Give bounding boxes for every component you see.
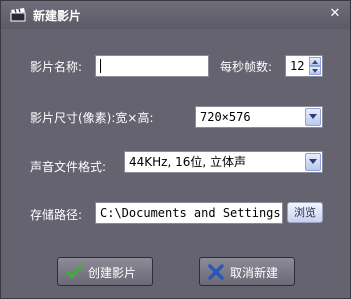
save-path-input[interactable]: C:\Documents and Settings — [95, 202, 283, 224]
chevron-down-icon — [312, 69, 318, 73]
chevron-down-icon — [309, 159, 317, 164]
close-icon: ✕ — [329, 6, 341, 21]
chevron-down-icon — [309, 114, 317, 119]
text-caret — [100, 59, 101, 73]
audio-format-label: 声音文件格式: — [30, 160, 107, 174]
fps-label: 每秒帧数: — [220, 60, 273, 74]
save-path-label: 存储路径: — [30, 208, 83, 222]
new-movie-dialog: 新建影片 ✕ 影片名称: 每秒帧数: 12 影片尺寸(像素):宽×高: 720×… — [0, 0, 351, 299]
chevron-up-icon — [312, 60, 318, 64]
movie-size-label: 影片尺寸(像素):宽×高: — [30, 111, 154, 125]
audio-format-select[interactable]: 44KHz, 16位, 立体声 — [124, 151, 323, 173]
fps-spin-buttons[interactable] — [309, 57, 321, 75]
spin-up-button[interactable] — [309, 57, 321, 66]
fps-stepper[interactable]: 12 — [285, 55, 323, 77]
audio-dropdown-button[interactable] — [305, 153, 321, 171]
window-title: 新建影片 — [33, 9, 82, 23]
movie-name-input[interactable] — [95, 55, 209, 77]
cancel-x-icon — [208, 264, 224, 280]
title-bar[interactable]: 新建影片 ✕ — [1, 1, 350, 29]
create-movie-button[interactable]: 创建影片 — [57, 257, 153, 286]
movie-size-select[interactable]: 720×576 — [195, 106, 323, 128]
browse-button[interactable]: 浏览 — [287, 202, 323, 223]
size-dropdown-button[interactable] — [305, 108, 321, 126]
checkmark-icon — [65, 264, 83, 279]
clapperboard-icon — [10, 8, 26, 22]
close-button[interactable]: ✕ — [326, 5, 344, 23]
spin-down-button[interactable] — [309, 66, 321, 75]
movie-name-label: 影片名称: — [30, 60, 83, 74]
cancel-new-button[interactable]: 取消新建 — [199, 257, 295, 286]
cancel-new-label: 取消新建 — [230, 266, 279, 280]
create-movie-label: 创建影片 — [88, 266, 137, 280]
